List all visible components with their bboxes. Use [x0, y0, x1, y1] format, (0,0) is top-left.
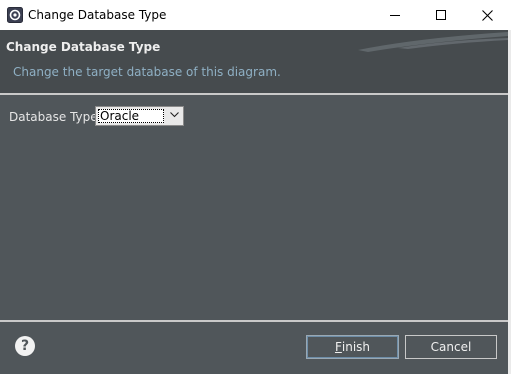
banner-decoration	[358, 32, 508, 52]
close-icon	[481, 9, 493, 21]
window-titlebar: Change Database Type	[0, 0, 511, 30]
help-button[interactable]: ?	[15, 336, 35, 356]
app-icon	[7, 7, 23, 23]
database-type-select[interactable]: Oracle	[95, 106, 184, 126]
maximize-button[interactable]	[418, 0, 464, 30]
database-type-value: Oracle	[98, 109, 164, 123]
finish-button[interactable]: Finish	[306, 335, 399, 359]
chevron-down-icon	[170, 112, 179, 118]
wizard-banner: Change Database Type Change the target d…	[0, 30, 508, 94]
close-button[interactable]	[464, 0, 510, 30]
banner-description: Change the target database of this diagr…	[13, 65, 281, 79]
finish-label: inish	[341, 340, 371, 354]
banner-title: Change Database Type	[6, 40, 161, 54]
database-type-label: Database Type:	[9, 110, 102, 124]
question-circle-icon: ?	[20, 338, 30, 354]
dialog-content: Database Type: Oracle	[0, 95, 508, 320]
maximize-icon	[436, 10, 446, 20]
minimize-icon	[390, 15, 400, 16]
minimize-button[interactable]	[372, 0, 418, 30]
cancel-button[interactable]: Cancel	[405, 335, 497, 359]
window-title: Change Database Type	[28, 8, 167, 22]
dialog-footer: ? Finish Cancel	[0, 322, 508, 374]
finish-mnemonic: F	[334, 340, 342, 354]
